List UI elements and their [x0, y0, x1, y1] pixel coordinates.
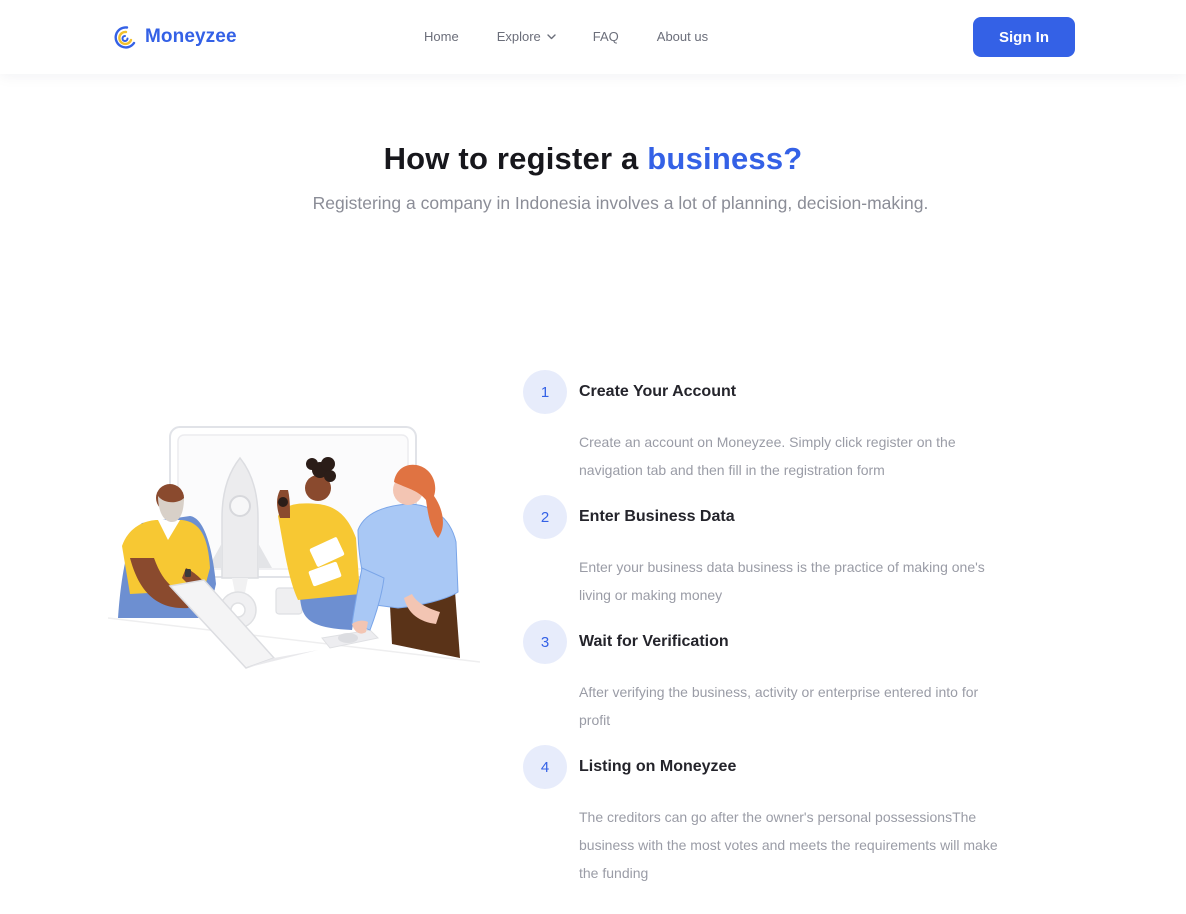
- brand-name: Moneyzee: [145, 26, 237, 47]
- nav-item-faq[interactable]: FAQ: [593, 29, 619, 44]
- brand-logo[interactable]: Moneyzee: [110, 24, 237, 50]
- step-description: After verifying the business, activity o…: [579, 684, 979, 728]
- step-number-badge: 1: [523, 370, 567, 414]
- step-title: Wait for Verification: [579, 633, 729, 650]
- nav-item-label: About us: [656, 29, 709, 44]
- sign-in-button[interactable]: Sign In: [973, 17, 1075, 57]
- nav-item-explore[interactable]: Explore: [497, 29, 556, 44]
- nav-item-label: Explore: [496, 29, 541, 44]
- step-number-badge: 4: [523, 745, 567, 789]
- step-title: Create Your Account: [579, 383, 737, 400]
- step-title: Enter Business Data: [579, 508, 735, 525]
- title-main: How to register a: [383, 141, 648, 176]
- title-accent: business?: [647, 141, 803, 176]
- step-number-badge: 2: [523, 495, 567, 539]
- step-description: Create an account on Moneyzee. Simply cl…: [579, 434, 956, 478]
- main-nav: Home Explore FAQ About us: [424, 29, 708, 44]
- nav-item-label: Home: [424, 29, 459, 44]
- page-title: How to register a business?: [0, 141, 1186, 177]
- site-header: Moneyzee Home Explore FAQ About us Sign …: [0, 0, 1186, 74]
- step-description: The creditors can go after the owner's p…: [579, 809, 998, 881]
- step-description: Enter your business data business is the…: [579, 559, 985, 603]
- nav-item-home[interactable]: Home: [424, 29, 459, 44]
- nav-item-label: FAQ: [592, 29, 619, 44]
- step-title: Listing on Moneyzee: [579, 758, 737, 775]
- team-rocket-illustration: [107, 418, 481, 675]
- page-subtitle: Registering a company in Indonesia invol…: [312, 193, 929, 213]
- chevron-down-icon: [547, 33, 556, 40]
- step-number-badge: 3: [523, 620, 567, 664]
- nav-item-about-us[interactable]: About us: [657, 29, 708, 44]
- moneyzee-logo-icon: [114, 26, 136, 49]
